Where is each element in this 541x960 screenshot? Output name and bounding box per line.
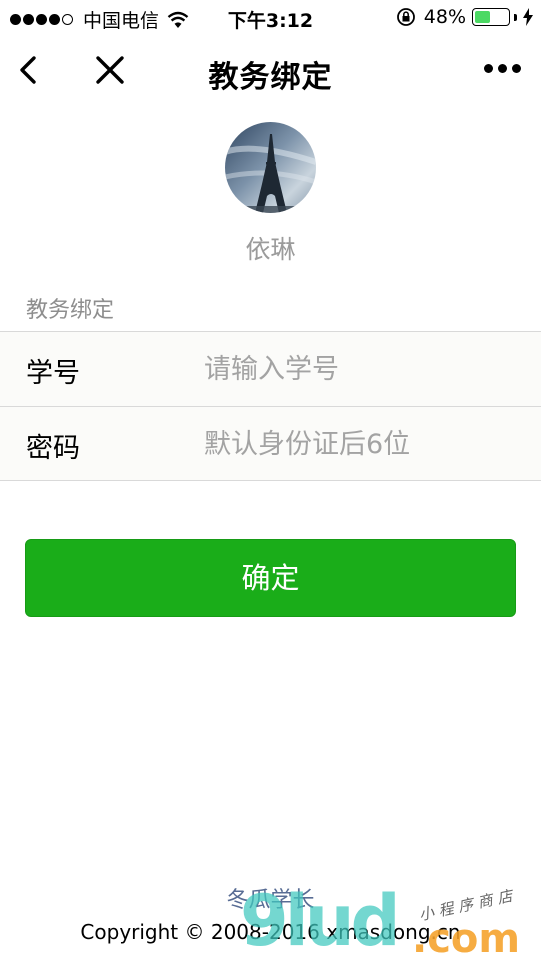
password-label: 密码 bbox=[26, 433, 80, 464]
confirm-button[interactable]: 确定 bbox=[25, 539, 516, 617]
section-title: 教务绑定 bbox=[26, 298, 115, 323]
binding-form: 学号 密码 bbox=[0, 331, 541, 481]
password-row: 密码 bbox=[0, 406, 541, 480]
copyright-text: Copyright © 2008-2016 xmasdong.cn bbox=[80, 920, 461, 944]
nav-bar: 教务绑定 bbox=[0, 38, 541, 104]
status-bar: 中国电信 下午3:12 48% bbox=[0, 0, 541, 36]
orientation-lock-icon bbox=[396, 8, 415, 26]
password-input[interactable] bbox=[204, 421, 524, 467]
student-id-label: 学号 bbox=[26, 358, 80, 389]
battery-cap bbox=[514, 13, 517, 21]
page-title: 教务绑定 bbox=[208, 60, 333, 95]
battery-percent: 48% bbox=[423, 6, 466, 28]
charging-bolt-icon bbox=[523, 8, 533, 26]
battery-fill bbox=[475, 11, 491, 23]
student-id-input[interactable] bbox=[204, 346, 524, 392]
student-id-row: 学号 bbox=[0, 332, 541, 406]
avatar bbox=[225, 122, 316, 213]
user-name: 依琳 bbox=[245, 235, 296, 264]
battery-icon bbox=[472, 8, 510, 26]
footer-link[interactable]: 冬瓜学长 bbox=[0, 882, 541, 914]
more-dots-icon[interactable] bbox=[479, 64, 521, 73]
status-right: 48% bbox=[396, 6, 533, 28]
eiffel-tower-avatar bbox=[225, 122, 316, 213]
